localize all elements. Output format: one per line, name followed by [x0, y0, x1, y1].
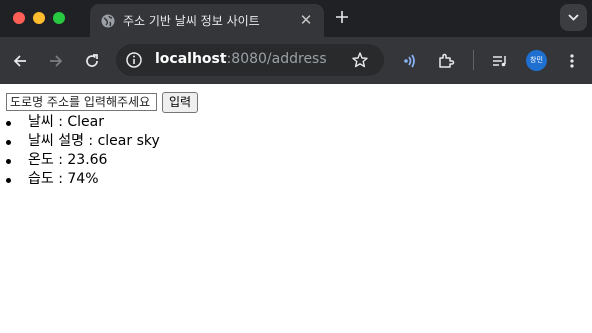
tab-strip: 주소 기반 날씨 정보 사이트 ✕ [0, 0, 592, 37]
chevron-down-icon [568, 14, 579, 21]
menu-icon[interactable] [563, 52, 581, 70]
tab-close-icon[interactable]: ✕ [298, 12, 314, 28]
address-input[interactable] [6, 93, 157, 111]
reload-icon[interactable] [83, 52, 101, 70]
back-icon[interactable] [11, 52, 29, 70]
bookmark-star-icon[interactable] [351, 51, 369, 69]
url-text: localhost:8080/address [155, 51, 327, 67]
forward-icon[interactable] [47, 52, 65, 70]
avatar[interactable]: 창민 [526, 50, 547, 71]
weather-item-condition: 날씨 : Clear [0, 113, 160, 132]
tab-search-button[interactable] [560, 4, 587, 31]
browser-tab[interactable]: 주소 기반 날씨 정보 사이트 ✕ [90, 4, 324, 37]
tab-title: 주소 기반 날씨 정보 사이트 [123, 14, 260, 28]
url-path: :8080/address [226, 51, 327, 67]
weather-item-description: 날씨 설명 : clear sky [0, 132, 160, 151]
weather-item-humidity: 습도 : 74% [0, 170, 160, 189]
media-control-icon[interactable] [491, 52, 509, 70]
close-window-button[interactable] [13, 12, 25, 24]
browser-toolbar: localhost:8080/address 창민 [0, 37, 592, 84]
globe-icon [101, 14, 115, 28]
maximize-window-button[interactable] [53, 12, 65, 24]
address-bar[interactable]: localhost:8080/address [116, 44, 384, 76]
minimize-window-button[interactable] [33, 12, 45, 24]
site-info-icon[interactable] [125, 51, 143, 69]
browser-chrome: 주소 기반 날씨 정보 사이트 ✕ localhost:8080/address… [0, 0, 592, 84]
page-content: 입력 날씨 : Clear 날씨 설명 : clear sky 온도 : 23.… [0, 84, 592, 333]
weather-item-temperature: 온도 : 23.66 [0, 151, 160, 170]
weather-list: 날씨 : Clear 날씨 설명 : clear sky 온도 : 23.66 … [0, 113, 160, 189]
submit-button[interactable]: 입력 [162, 92, 199, 113]
url-host: localhost [155, 51, 227, 67]
cast-icon[interactable] [401, 52, 419, 70]
extensions-icon[interactable] [437, 52, 455, 70]
new-tab-icon[interactable] [333, 8, 351, 26]
toolbar-divider [473, 50, 474, 70]
